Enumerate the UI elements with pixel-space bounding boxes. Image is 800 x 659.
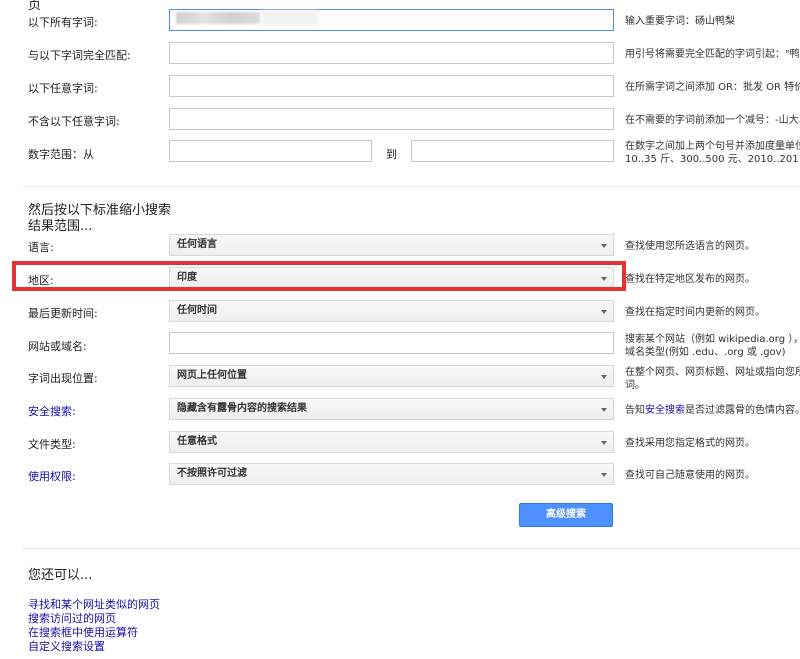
last-updated-label: 最后更新时间: (28, 307, 98, 320)
usage-rights-select-value: 不按照许可过滤 (177, 468, 247, 479)
chevron-down-icon (601, 473, 607, 477)
terms-position-label: 字词出现位置: (28, 372, 98, 385)
redacted-query-text (176, 12, 260, 24)
site-domain-hint-1: 搜索某个网站（例如 wikipedia.org ），或 (625, 334, 800, 345)
exclude-words-hint: 在不需要的字词前添加一个减号：-山大、 (625, 115, 800, 126)
region-hint: 查找在特定地区发布的网页。 (625, 274, 755, 285)
file-type-label: 文件类型: (28, 438, 76, 451)
last-updated-select[interactable]: 任何时间 (169, 300, 614, 322)
file-type-select[interactable]: 任意格式 (169, 431, 614, 453)
redacted-query-text-2 (262, 10, 318, 26)
language-hint: 查找使用您所选语言的网页。 (625, 241, 755, 252)
safesearch-select-value: 隐藏含有露骨内容的搜索结果 (177, 403, 307, 414)
language-select-value: 任何语言 (177, 239, 217, 250)
exclude-words-label: 不含以下任意字词: (28, 115, 120, 128)
terms-position-select-value: 网页上任何位置 (177, 370, 247, 381)
range-to-label: 到 (386, 148, 397, 161)
divider (22, 186, 800, 187)
language-select[interactable]: 任何语言 (169, 234, 614, 256)
usage-rights-hint: 查找可自己随意使用的网页。 (625, 470, 755, 481)
chevron-down-icon (601, 408, 607, 412)
safesearch-hint-link[interactable]: 安全搜索 (645, 405, 685, 416)
safesearch-select[interactable]: 隐藏含有露骨内容的搜索结果 (169, 398, 614, 420)
safesearch-link[interactable]: 安全搜索: (28, 403, 76, 419)
number-range-label: 数字范围：从 (28, 148, 94, 161)
exact-phrase-hint: 用引号将需要完全匹配的字词引起："鸭梨 (625, 49, 800, 60)
language-label: 语言: (28, 241, 54, 254)
usage-rights-select[interactable]: 不按照许可过滤 (169, 463, 614, 485)
number-range-hint-2: 10..35 斤、300..500 元、2010..2011 年 (625, 154, 800, 165)
all-words-hint: 输入重要字词：砀山鸭梨 (625, 16, 735, 27)
last-updated-select-value: 任何时间 (177, 305, 217, 316)
divider (22, 548, 800, 549)
usage-rights-link[interactable]: 使用权限: (28, 468, 76, 484)
any-words-label: 以下任意字词: (28, 82, 98, 95)
narrow-section-subtitle: 结果范围... (28, 219, 93, 234)
any-words-hint: 在所需字词之间添加 OR：批发 OR 特价 (625, 82, 800, 93)
any-words-input[interactable] (169, 75, 614, 97)
chevron-down-icon (601, 244, 607, 248)
range-from-input[interactable] (169, 140, 372, 162)
terms-position-hint-1: 在整个网页、网页标题、网址或指向您所查 (625, 367, 800, 378)
range-to-input[interactable] (411, 140, 614, 162)
exact-phrase-input[interactable] (169, 42, 614, 64)
exclude-words-input[interactable] (169, 108, 614, 130)
safesearch-hint-pre: 告知 (625, 405, 645, 416)
site-domain-label: 网站或域名: (28, 340, 87, 353)
advanced-search-button[interactable]: 高级搜索 (519, 503, 613, 527)
all-words-label: 以下所有字词: (28, 16, 98, 29)
site-domain-hint-2: 域名类型(例如 .edu、.org 或 .gov) (625, 347, 786, 358)
safesearch-hint-post: 是否过滤露骨的色情内容。 (685, 405, 800, 416)
safesearch-hint: 告知安全搜索是否过滤露骨的色情内容。 (625, 404, 800, 417)
last-updated-hint: 查找在指定时间内更新的网页。 (625, 307, 765, 318)
number-range-hint-1: 在数字之间加上两个句号并添加度量单位： (625, 141, 800, 152)
terms-position-hint-2: 词。 (625, 380, 645, 391)
file-type-hint: 查找采用您指定格式的网页。 (625, 438, 755, 449)
chevron-down-icon (601, 375, 607, 379)
search-settings-link[interactable]: 自定义搜索设置 (28, 638, 105, 654)
chevron-down-icon (601, 441, 607, 445)
also-section-title: 您还可以... (28, 568, 93, 583)
narrow-section-title: 然后按以下标准缩小搜索 (28, 203, 172, 218)
region-highlight-box (12, 261, 626, 291)
section-header-cut: 页 (28, 0, 42, 13)
exact-phrase-label: 与以下字词完全匹配: (28, 49, 131, 62)
site-domain-input[interactable] (169, 332, 614, 354)
chevron-down-icon (601, 310, 607, 314)
terms-position-select[interactable]: 网页上任何位置 (169, 365, 614, 387)
file-type-select-value: 任意格式 (177, 436, 217, 447)
